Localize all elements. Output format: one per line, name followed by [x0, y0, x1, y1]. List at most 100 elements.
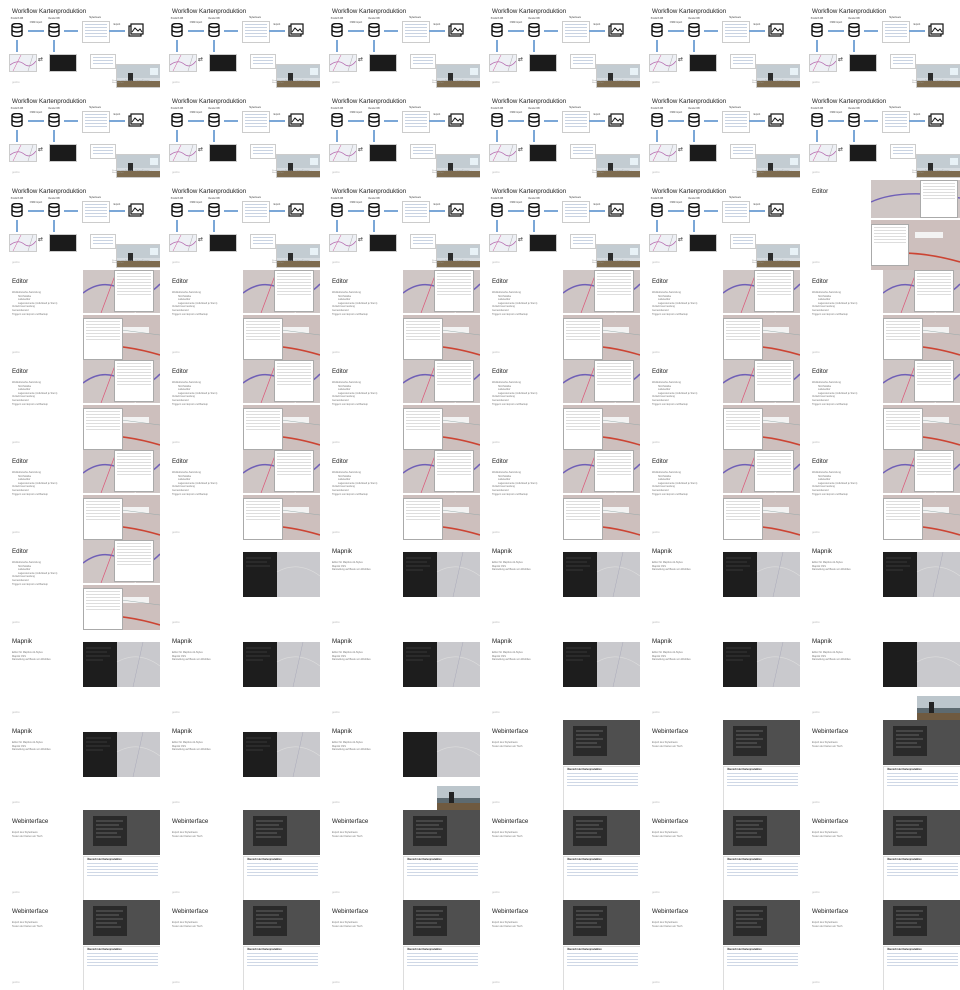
slide-thumbnail-mapnik[interactable]: geofox: [160, 540, 320, 630]
slide-thumbnail-webinterface[interactable]: Webinterface Export des Stylesheets Teste…: [160, 900, 320, 990]
slide-thumbnail-webinterface[interactable]: Webinterface Export des Stylesheets Teste…: [160, 810, 320, 900]
slide-title: Editor: [492, 458, 509, 465]
slide-thumbnail-mapnik[interactable]: Mapnik Editor für Mapbox-Gl-Styles Mapnik…: [800, 630, 960, 720]
slide-thumbnail-editor[interactable]: Editor Weltkulturerbe-Sammlung Strichstär…: [640, 450, 800, 540]
flow-arrow: [188, 120, 204, 122]
slide-thumbnail-mapnik[interactable]: Mapnik Editor für Mapbox-Gl-Styles Mapnik…: [160, 630, 320, 720]
slide-thumbnail-workflow[interactable]: Workflow Kartenproduktion PostGIS DB OSM…: [480, 90, 640, 180]
slide-thumbnail-mapnik[interactable]: Mapnik Editor für Mapbox-Gl-Styles Mapnik…: [640, 540, 800, 630]
label-export: Export: [433, 24, 441, 26]
flow-arrow: [909, 120, 925, 122]
slide-thumbnail-workflow[interactable]: Workflow Kartenproduktion PostGIS DB OSM…: [480, 0, 640, 90]
slide-thumbnail-editor[interactable]: Editor Weltkulturerbe-Sammlung Strichstär…: [640, 360, 800, 450]
slide-thumbnail-workflow[interactable]: Workflow Kartenproduktion PostGIS DB OSM…: [160, 90, 320, 180]
slide-thumbnail-editor[interactable]: Editor Weltkulturerbe-Sammlung Strichstär…: [800, 450, 960, 540]
slide-thumbnail-workflow[interactable]: Workflow Kartenproduktion PostGIS DB OSM…: [640, 0, 800, 90]
slide-thumbnail-workflow[interactable]: Workflow Kartenproduktion PostGIS DB OSM…: [480, 180, 640, 270]
slide-thumbnail-webinterface[interactable]: Webinterface Export des Stylesheets Teste…: [640, 900, 800, 990]
map-thumbnail: [9, 144, 37, 162]
slide-thumbnail-editor[interactable]: Editor Weltkulturerbe-Sammlung Strichstär…: [0, 450, 160, 540]
slide-thumbnail-mapnik[interactable]: Mapnik Editor für Mapbox-Gl-Styles Mapnik…: [800, 540, 960, 630]
slide-thumbnail-editor[interactable]: Editor Weltkulturerbe-Sammlung Strichstär…: [800, 360, 960, 450]
slide-thumbnail-workflow[interactable]: Workflow Kartenproduktion PostGIS DB OSM…: [320, 0, 480, 90]
slide-thumbnail-workflow[interactable]: Workflow Kartenproduktion PostGIS DB OSM…: [320, 180, 480, 270]
label-source: PostGIS DB: [330, 108, 344, 110]
slide-thumbnail-workflow[interactable]: Workflow Kartenproduktion PostGIS DB OSM…: [160, 180, 320, 270]
swap-icon: ⇄: [198, 147, 204, 153]
slide-thumbnail-mapnik[interactable]: Mapnik Editor für Mapbox-Gl-Styles Mapnik…: [480, 540, 640, 630]
slide-thumbnail-webinterface[interactable]: Webinterface Export des Stylesheets Teste…: [320, 810, 480, 900]
slide-title: Editor: [12, 458, 29, 465]
slide-thumbnail-editor[interactable]: Editor Weltkulturerbe-Sammlung Strichstär…: [160, 270, 320, 360]
slide-thumbnail-mapnik[interactable]: Mapnik Editor für Mapbox-Gl-Styles Mapnik…: [480, 630, 640, 720]
slide-thumbnail-workflow[interactable]: Workflow Kartenproduktion PostGIS DB OSM…: [160, 0, 320, 90]
slide-thumbnail-mapnik[interactable]: Mapnik Editor für Mapbox-Gl-Styles Mapnik…: [0, 720, 160, 810]
slide-thumbnail-editor[interactable]: Editor Weltkulturerbe-Sammlung Strichstär…: [480, 270, 640, 360]
slide-thumbnail-workflow[interactable]: Workflow Kartenproduktion PostGIS DB OSM…: [320, 90, 480, 180]
slide-thumbnail-webinterface[interactable]: Webinterface Export des Stylesheets Teste…: [480, 720, 640, 810]
slide-thumbnail-webinterface[interactable]: Webinterface Export des Stylesheets Teste…: [640, 720, 800, 810]
slide-title: Editor: [812, 368, 829, 375]
slide-thumbnail-editor[interactable]: Editor Weltkulturerbe-Sammlung Strichstär…: [0, 360, 160, 450]
slide-thumbnail-mapnik[interactable]: Mapnik Editor für Mapbox-Gl-Styles Mapnik…: [640, 630, 800, 720]
slide-thumbnail-webinterface[interactable]: Webinterface Export des Stylesheets Teste…: [800, 900, 960, 990]
slide-thumbnail-editor[interactable]: Editor Weltkulturerbe-Sammlung Strichstär…: [0, 540, 160, 630]
bullet-item: Darstellung auf Basis von Webtiles: [172, 748, 211, 752]
slide-thumbnail-webinterface[interactable]: Webinterface Export des Stylesheets Teste…: [480, 810, 640, 900]
slide-thumbnail-editor[interactable]: Editor Weltkulturerbe-Sammlung Strichstär…: [320, 360, 480, 450]
bullet-list: Weltkulturerbe-Sammlung Strichstärke Label…: [492, 381, 562, 406]
flow-arrow: [109, 30, 125, 32]
database-icon: [11, 23, 23, 37]
slide-thumbnail-webinterface[interactable]: Webinterface Export des Stylesheets Teste…: [640, 810, 800, 900]
slide-thumbnail-webinterface[interactable]: Webinterface Export des Stylesheets Teste…: [0, 900, 160, 990]
slide-thumbnail-editor[interactable]: Editor Weltkulturerbe-Sammlung Strichstär…: [800, 270, 960, 360]
bullet-item: Triggern von Export und Backup: [332, 402, 368, 406]
slide-thumbnail-workflow[interactable]: Workflow Kartenproduktion PostGIS DB OSM…: [800, 0, 960, 90]
flow-arrow: [704, 120, 718, 122]
slide-thumbnail-workflow[interactable]: Workflow Kartenproduktion PostGIS DB OSM…: [800, 90, 960, 180]
footer-brand: geofox: [652, 621, 660, 624]
bullet-item: Triggern von Export und Backup: [492, 402, 528, 406]
slide-thumbnail-editor[interactable]: Editor Weltkulturerbe-Sammlung Strichstär…: [320, 450, 480, 540]
label-load: OSM Import: [509, 112, 523, 114]
slide-thumbnail-webinterface[interactable]: Webinterface Export des Stylesheets Teste…: [800, 810, 960, 900]
webinterface-screenshot: [723, 810, 800, 855]
slide-thumbnail-editor[interactable]: Editor Weltkulturerbe-Sammlung Strichstär…: [160, 450, 320, 540]
slide-thumbnail-editor[interactable]: Editor Weltkulturerbe-Sammlung Strichstär…: [480, 450, 640, 540]
slide-thumbnail-mapnik[interactable]: Mapnik Editor für Mapbox-Gl-Styles Mapnik…: [320, 540, 480, 630]
bullet-list: Editor für Mapbox-Gl-Styles Mapnik CSS Dar…: [332, 741, 402, 752]
slide-thumbnail-editor[interactable]: Editor geofox: [800, 180, 960, 270]
slide-thumbnail-editor[interactable]: Editor Weltkulturerbe-Sammlung Strichstär…: [320, 270, 480, 360]
slide-thumbnail-webinterface[interactable]: Webinterface Export des Stylesheets Teste…: [800, 720, 960, 810]
stylesheet-panel: [242, 21, 270, 43]
editor-dialog: [723, 408, 763, 450]
properties-panel: [434, 360, 474, 402]
images-icon: [128, 113, 144, 127]
slide-thumbnail-workflow[interactable]: Workflow Kartenproduktion PostGIS DB OSM…: [640, 90, 800, 180]
webinterface-document: Übersicht der Kartenproduktion: [563, 856, 640, 900]
label-stylesheets: Stylesheets: [889, 107, 901, 109]
bullet-item: Darstellung auf Basis von Webtiles: [332, 568, 371, 572]
label-stylesheets: Stylesheets: [729, 197, 741, 199]
slide-thumbnail-webinterface[interactable]: Webinterface Export des Stylesheets Teste…: [480, 900, 640, 990]
editor-dialog: [243, 498, 283, 540]
slide-thumbnail-mapnik[interactable]: Mapnik Editor für Mapbox-Gl-Styles Mapnik…: [160, 720, 320, 810]
slide-thumbnail-mapnik[interactable]: Mapnik Editor für Mapbox-Gl-Styles Mapnik…: [320, 630, 480, 720]
slide-thumbnail-workflow[interactable]: Workflow Kartenproduktion PostGIS DB OSM…: [0, 180, 160, 270]
slide-thumbnail-webinterface[interactable]: Webinterface Export des Stylesheets Teste…: [320, 900, 480, 990]
slide-thumbnail-editor[interactable]: Editor Weltkulturerbe-Sammlung Strichstär…: [640, 270, 800, 360]
slide-thumbnail-editor[interactable]: Editor Weltkulturerbe-Sammlung Strichstär…: [480, 360, 640, 450]
slide-thumbnail-webinterface[interactable]: Webinterface Export des Stylesheets Teste…: [0, 810, 160, 900]
slide-thumbnail-mapnik[interactable]: Mapnik Editor für Mapbox-Gl-Styles Mapnik…: [320, 720, 480, 810]
slide-thumbnail-workflow[interactable]: Workflow Kartenproduktion PostGIS DB OSM…: [0, 0, 160, 90]
properties-panel: [114, 360, 154, 402]
dark-map-thumbnail: [529, 234, 557, 252]
label-load: OSM Import: [349, 22, 363, 24]
footer-brand: geofox: [12, 891, 20, 894]
slide-thumbnail-workflow[interactable]: Workflow Kartenproduktion PostGIS DB OSM…: [640, 180, 800, 270]
slide-thumbnail-editor[interactable]: Editor Weltkulturerbe-Sammlung Strichstär…: [160, 360, 320, 450]
flow-arrow-vertical: [373, 220, 375, 232]
slide-thumbnail-editor[interactable]: Editor Weltkulturerbe-Sammlung Strichstär…: [0, 270, 160, 360]
slide-thumbnail-mapnik[interactable]: Mapnik Editor für Mapbox-Gl-Styles Mapnik…: [0, 630, 160, 720]
slide-thumbnail-workflow[interactable]: Workflow Kartenproduktion PostGIS DB OSM…: [0, 90, 160, 180]
